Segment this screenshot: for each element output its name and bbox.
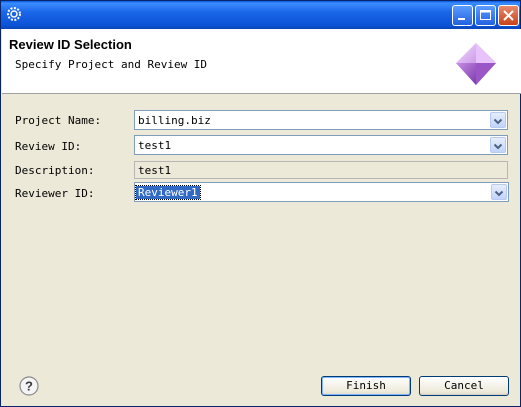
review-id-value: test1 xyxy=(138,139,172,152)
reviewer-id-dropdown-button[interactable] xyxy=(491,184,507,200)
svg-text:?: ? xyxy=(25,379,33,394)
help-icon[interactable]: ? xyxy=(19,376,39,396)
page-subtitle: Specify Project and Review ID xyxy=(15,58,208,71)
chevron-down-icon xyxy=(494,190,504,197)
project-name-value: billing.biz xyxy=(138,114,211,127)
maximize-button[interactable] xyxy=(475,5,496,26)
minimize-icon xyxy=(458,18,465,20)
wizard-diamond-icon xyxy=(456,43,496,85)
description-label: Description: xyxy=(15,164,95,177)
review-id-dropdown-button[interactable] xyxy=(490,137,506,153)
close-icon xyxy=(503,10,514,21)
page-title: Review ID Selection xyxy=(9,37,132,52)
chevron-down-icon xyxy=(493,143,503,150)
maximize-icon xyxy=(480,10,491,20)
close-button[interactable] xyxy=(498,5,519,26)
chevron-down-icon xyxy=(493,118,503,125)
project-name-label: Project Name: xyxy=(15,114,102,127)
review-id-dialog: Review ID Selection Specify Project and … xyxy=(0,0,521,407)
project-name-dropdown-button[interactable] xyxy=(490,112,506,128)
eclipse-gear-icon[interactable] xyxy=(6,6,22,22)
project-name-combo[interactable]: billing.biz xyxy=(134,110,508,130)
reviewer-id-label: Reviewer ID: xyxy=(15,187,95,200)
review-id-label: Review ID: xyxy=(15,140,82,153)
description-value: test1 xyxy=(138,164,172,177)
description-field: test1 xyxy=(134,161,508,179)
title-bar[interactable] xyxy=(1,1,520,29)
finish-button[interactable]: Finish xyxy=(321,376,411,396)
wizard-banner: Review ID Selection Specify Project and … xyxy=(2,29,521,94)
review-id-combo[interactable]: test1 xyxy=(134,135,508,155)
reviewer-id-combo[interactable]: Reviewer1 xyxy=(134,182,509,202)
cancel-button[interactable]: Cancel xyxy=(419,376,509,396)
minimize-button[interactable] xyxy=(452,5,473,26)
reviewer-id-value: Reviewer1 xyxy=(135,185,201,200)
